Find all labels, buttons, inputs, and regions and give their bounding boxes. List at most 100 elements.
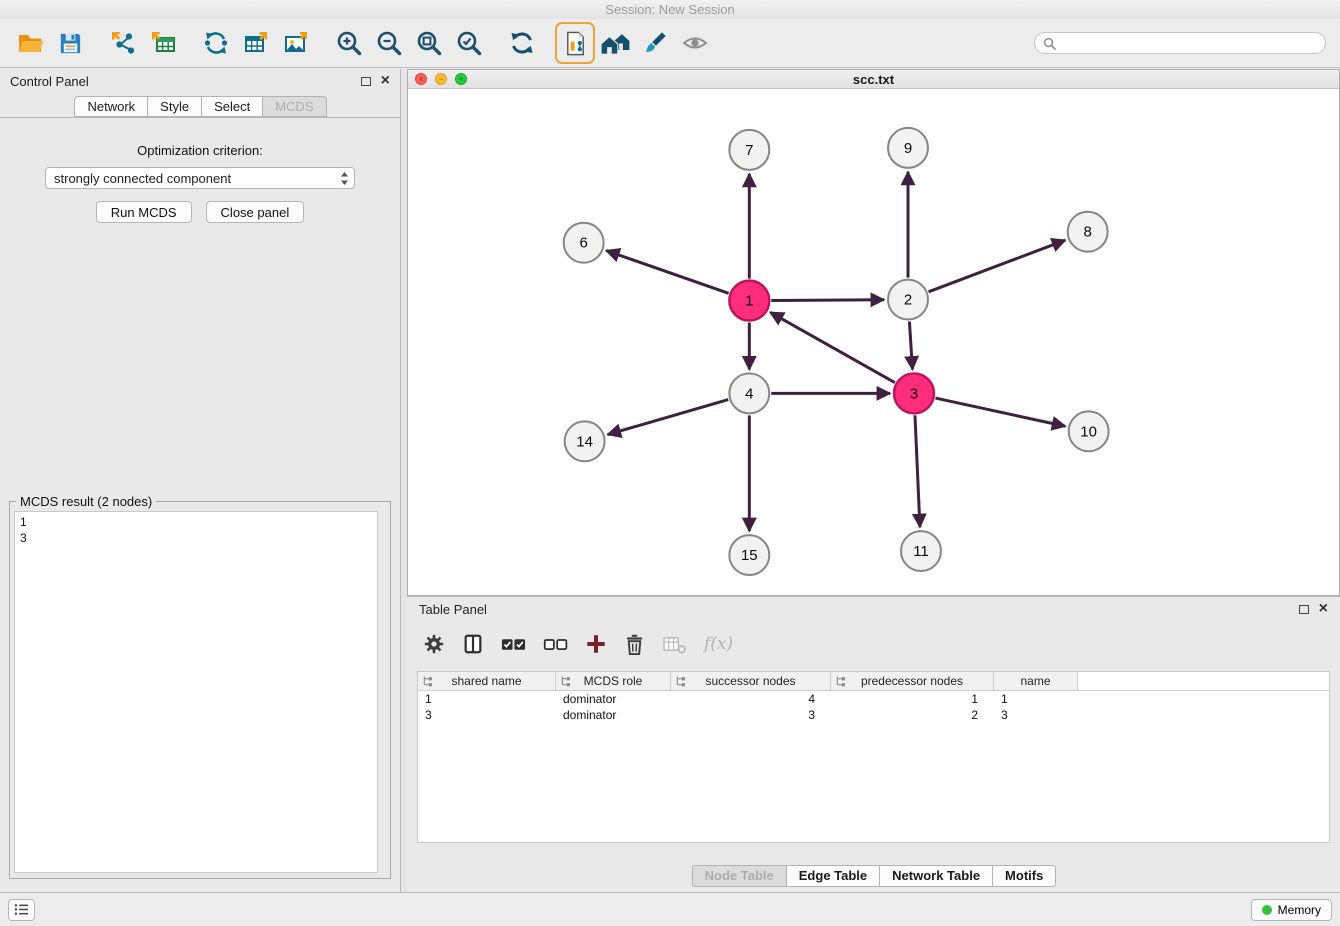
search-icon xyxy=(1043,37,1056,50)
apply-layout-icon xyxy=(508,29,536,57)
window-title: Session: New Session xyxy=(605,2,734,17)
visibility-button[interactable] xyxy=(675,22,715,64)
import-network-button[interactable] xyxy=(103,22,143,64)
graph-node-label-6: 6 xyxy=(579,235,587,252)
apply-function-button[interactable]: f(x) xyxy=(704,634,733,654)
zoom-fit-icon xyxy=(415,29,443,57)
open-session-button[interactable] xyxy=(10,22,50,64)
float-panel-icon[interactable] xyxy=(361,77,371,86)
network-graph[interactable]: 7968124314101511 xyxy=(408,90,1339,595)
show-columns-button[interactable] xyxy=(462,633,484,655)
column-tree-icon xyxy=(422,675,433,687)
cyndex-home-button[interactable] xyxy=(595,22,635,64)
close-panel-icon[interactable]: × xyxy=(381,73,390,89)
cyndex-document-icon xyxy=(562,30,589,57)
cell-name[interactable]: 1 xyxy=(994,692,1078,706)
trash-icon xyxy=(624,633,645,656)
import-table-button[interactable] xyxy=(143,22,183,64)
import-table-icon xyxy=(149,29,177,57)
cell-shared-name[interactable]: 1 xyxy=(418,692,556,706)
mcds-result-title: MCDS result (2 nodes) xyxy=(16,494,156,509)
table-toolbar: f(x) xyxy=(407,621,1340,667)
new-network-button[interactable] xyxy=(196,22,236,64)
delete-row-button[interactable] xyxy=(624,633,645,656)
zoom-in-button[interactable] xyxy=(329,22,369,64)
delete-column-button[interactable] xyxy=(662,634,687,655)
graph-edge-3-10[interactable] xyxy=(935,398,1065,426)
tab-node-table[interactable]: Node Table xyxy=(692,865,787,887)
table-header-row: shared name MCDS role successor nodes pr… xyxy=(418,672,1329,691)
cyndex-open-button[interactable] xyxy=(555,22,595,64)
column-header-name[interactable]: name xyxy=(994,672,1078,690)
close-table-panel-icon[interactable]: × xyxy=(1319,601,1328,617)
cell-successor-nodes[interactable]: 3 xyxy=(671,708,831,722)
control-panel: Control Panel × Network Style Select MCD… xyxy=(0,69,401,892)
minimize-window-icon[interactable]: − xyxy=(435,73,447,85)
network-canvas[interactable]: 7968124314101511 xyxy=(408,90,1339,595)
apply-layout-button[interactable] xyxy=(502,22,542,64)
graph-edge-2-3[interactable] xyxy=(909,321,912,369)
new-network-icon xyxy=(202,29,230,57)
zoom-selected-button[interactable] xyxy=(449,22,489,64)
graph-edge-1-2[interactable] xyxy=(771,300,884,301)
select-all-button[interactable] xyxy=(501,633,526,655)
panel-toggle-button[interactable] xyxy=(8,899,35,921)
graph-edge-1-6[interactable] xyxy=(606,251,728,294)
column-header-mcds-role[interactable]: MCDS role xyxy=(556,672,671,690)
cell-predecessor-nodes[interactable]: 1 xyxy=(831,692,994,706)
optimization-selected-value: strongly connected component xyxy=(54,171,340,186)
mcds-result-list[interactable]: 1 3 xyxy=(14,511,378,873)
function-icon: f(x) xyxy=(704,634,733,654)
tab-style[interactable]: Style xyxy=(147,96,202,117)
style-button[interactable] xyxy=(635,22,675,64)
run-mcds-button[interactable]: Run MCDS xyxy=(96,201,192,223)
cell-mcds-role[interactable]: dominator xyxy=(556,708,671,722)
table-panel-header: Table Panel × xyxy=(407,597,1340,621)
style-brush-icon xyxy=(642,30,668,56)
cell-successor-nodes[interactable]: 4 xyxy=(671,692,831,706)
column-tree-icon xyxy=(560,675,571,687)
close-panel-button[interactable]: Close panel xyxy=(206,201,305,223)
graph-edge-3-11[interactable] xyxy=(915,415,920,527)
column-header-predecessor-nodes[interactable]: predecessor nodes xyxy=(831,672,994,690)
tab-mcds[interactable]: MCDS xyxy=(262,96,326,117)
show-columns-icon xyxy=(462,633,484,655)
graph-edge-4-14[interactable] xyxy=(608,400,729,435)
tab-network-table[interactable]: Network Table xyxy=(879,865,993,887)
float-table-panel-icon[interactable] xyxy=(1299,605,1309,614)
save-session-button[interactable] xyxy=(50,22,90,64)
graph-edge-2-8[interactable] xyxy=(929,240,1066,292)
deselect-all-icon xyxy=(543,633,568,655)
tab-network[interactable]: Network xyxy=(74,96,148,117)
deselect-all-button[interactable] xyxy=(543,633,568,655)
add-row-button[interactable] xyxy=(585,633,607,655)
add-icon xyxy=(585,633,607,655)
tab-select[interactable]: Select xyxy=(201,96,263,117)
zoom-out-button[interactable] xyxy=(369,22,409,64)
graph-node-label-11: 11 xyxy=(913,543,929,560)
optimization-select[interactable]: strongly connected component xyxy=(45,167,355,189)
cell-mcds-role[interactable]: dominator xyxy=(556,692,671,706)
cell-shared-name[interactable]: 3 xyxy=(418,708,556,722)
graph-edge-3-1[interactable] xyxy=(770,312,895,382)
graph-node-label-7: 7 xyxy=(745,142,753,159)
tab-edge-table[interactable]: Edge Table xyxy=(786,865,880,887)
tab-motifs[interactable]: Motifs xyxy=(992,865,1056,887)
table-row[interactable]: 1 dominator 4 1 1 xyxy=(418,691,1329,707)
column-header-successor-nodes[interactable]: successor nodes xyxy=(671,672,831,690)
export-table-button[interactable] xyxy=(236,22,276,64)
zoom-window-icon[interactable]: + xyxy=(455,73,467,85)
optimization-label: Optimization criterion: xyxy=(0,143,400,158)
close-window-icon[interactable]: × xyxy=(415,73,427,85)
table-panel-title: Table Panel xyxy=(419,602,487,617)
node-table: shared name MCDS role successor nodes pr… xyxy=(417,671,1330,843)
export-image-button[interactable] xyxy=(276,22,316,64)
table-row[interactable]: 3 dominator 3 2 3 xyxy=(418,707,1329,723)
memory-button[interactable]: Memory xyxy=(1251,899,1332,921)
cell-predecessor-nodes[interactable]: 2 xyxy=(831,708,994,722)
zoom-fit-button[interactable] xyxy=(409,22,449,64)
column-header-shared-name[interactable]: shared name xyxy=(418,672,556,690)
cell-name[interactable]: 3 xyxy=(994,708,1078,722)
table-settings-button[interactable] xyxy=(423,633,445,655)
search-input[interactable] xyxy=(1061,36,1317,50)
